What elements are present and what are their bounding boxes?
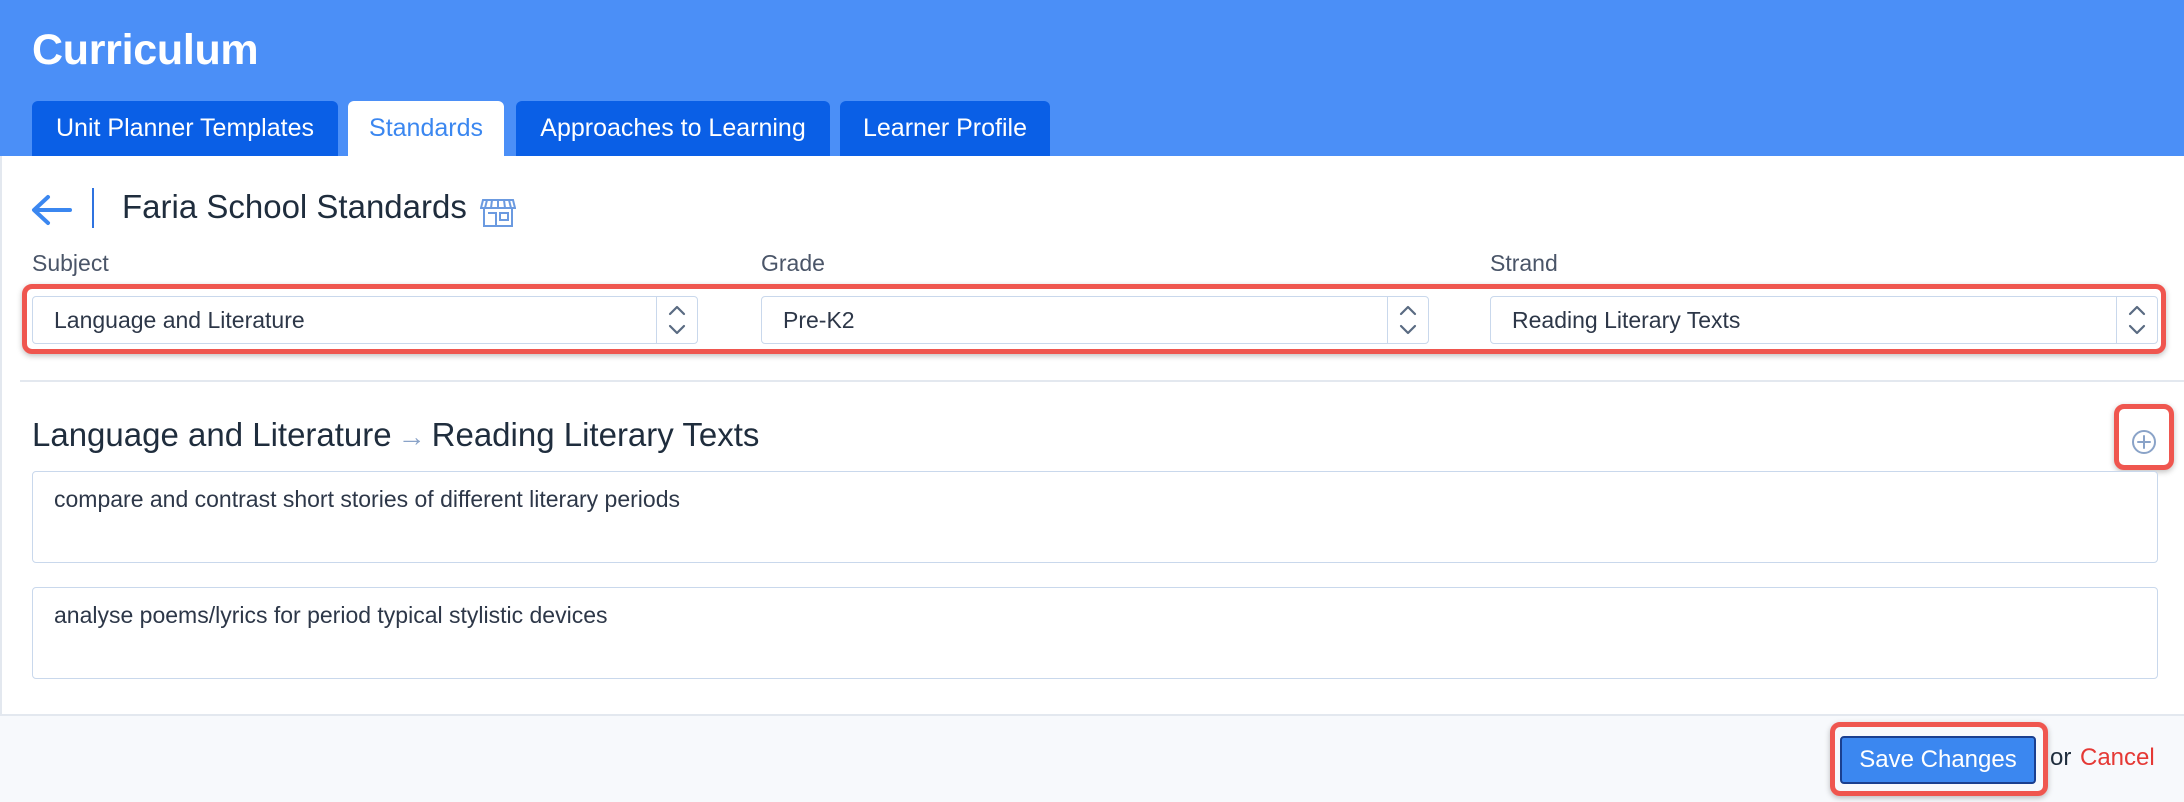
grade-label: Grade [761, 250, 825, 276]
grade-select-value: Pre-K2 [783, 307, 855, 333]
cancel-link[interactable]: Cancel [2080, 744, 2155, 772]
strand-select[interactable]: Reading Literary Texts [1490, 296, 2158, 344]
section-divider [20, 380, 2184, 382]
tab-learner-profile[interactable]: Learner Profile [840, 101, 1050, 156]
tab-unit-planner-templates[interactable]: Unit Planner Templates [32, 101, 338, 156]
store-icon [480, 199, 516, 227]
save-button[interactable]: Save Changes [1840, 736, 2036, 784]
grade-select[interactable]: Pre-K2 [761, 296, 1429, 344]
standard-text: analyse poems/lyrics for period typical … [54, 602, 608, 628]
section-heading: Language and Literature → Reading Literary… [32, 416, 759, 454]
subject-select-value: Language and Literature [54, 307, 305, 333]
content-border [0, 156, 2, 714]
subject-label: Subject [32, 250, 109, 276]
app-header: Curriculum Unit Planner Templates Standa… [0, 0, 2184, 156]
plus-circle-icon[interactable] [2130, 428, 2158, 456]
standard-item[interactable]: compare and contrast short stories of di… [32, 471, 2158, 563]
chevron-up-down-icon [2128, 305, 2146, 335]
section-strand: Reading Literary Texts [431, 416, 760, 453]
title-divider [92, 188, 94, 228]
or-text: or [2050, 744, 2072, 771]
subject-stepper[interactable] [656, 297, 697, 343]
subject-select[interactable]: Language and Literature [32, 296, 698, 344]
standard-text: compare and contrast short stories of di… [54, 486, 680, 512]
arrow-right-icon: → [397, 421, 426, 452]
strand-stepper[interactable] [2116, 297, 2157, 343]
section-subject: Language and Literature [32, 416, 392, 453]
grade-stepper[interactable] [1387, 297, 1428, 343]
chevron-up-down-icon [668, 305, 686, 335]
tab-approaches-to-learning[interactable]: Approaches to Learning [516, 101, 830, 156]
standards-set-title: Faria School Standards [122, 188, 467, 225]
strand-select-value: Reading Literary Texts [1512, 307, 1741, 333]
strand-label: Strand [1490, 250, 1558, 276]
tab-standards[interactable]: Standards [348, 101, 504, 156]
chevron-up-down-icon [1399, 305, 1417, 335]
page-title: Curriculum [32, 26, 259, 74]
arrow-left-icon[interactable] [30, 192, 74, 228]
standard-item[interactable]: analyse poems/lyrics for period typical … [32, 587, 2158, 679]
